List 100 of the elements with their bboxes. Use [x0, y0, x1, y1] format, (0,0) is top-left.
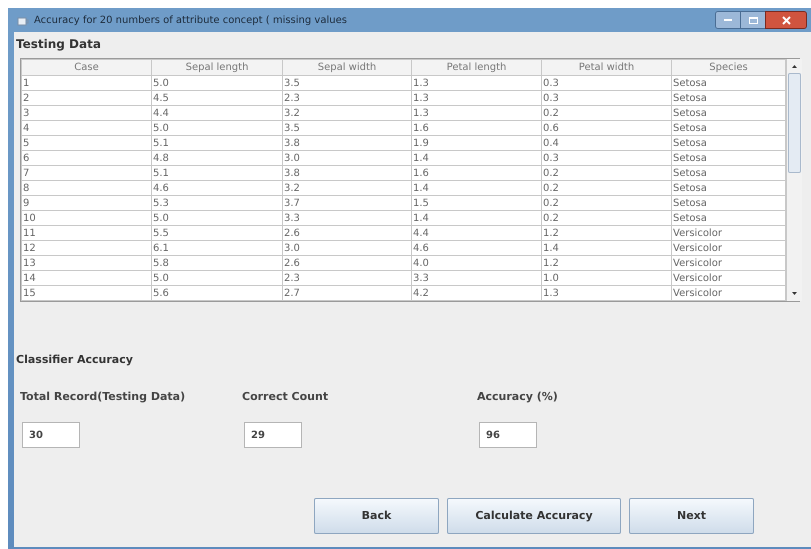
table-cell: 2.6: [282, 256, 412, 270]
table-cell: 2.7: [282, 286, 412, 300]
table-cell: 3.5: [282, 120, 412, 136]
table-cell: 4.8: [152, 150, 282, 166]
column-header[interactable]: Sepal width: [282, 60, 412, 76]
table-cell: 1.4: [542, 240, 672, 256]
field-label: Total Record(Testing Data): [20, 388, 186, 404]
table-cell: 3.2: [282, 106, 412, 120]
input-field[interactable]: 29: [244, 422, 302, 448]
action-button[interactable]: Back: [314, 498, 439, 534]
table-cell: 14: [22, 270, 152, 286]
table-cell: 1.4: [412, 150, 542, 166]
table-cell: 3.3: [412, 270, 542, 286]
table-cell: 5: [22, 136, 152, 150]
input-field[interactable]: 96: [479, 422, 537, 448]
table-cell: 3.0: [282, 240, 412, 256]
table-cell: 1.0: [542, 270, 672, 286]
table-cell: 0.2: [542, 196, 672, 210]
table-cell: 1.6: [412, 120, 542, 136]
table-cell: 0.4: [542, 136, 672, 150]
table-cell: 3.8: [282, 166, 412, 180]
table-cell: 1.4: [412, 210, 542, 226]
table-cell: 11: [22, 226, 152, 240]
table-cell: 3.5: [282, 76, 412, 90]
minimize-button[interactable]: [715, 11, 741, 29]
table-cell: 5.0: [152, 270, 282, 286]
table-cell: 5.3: [152, 196, 282, 210]
column-header[interactable]: Case: [22, 60, 152, 76]
table-cell: Versicolor: [672, 286, 786, 300]
vertical-scrollbar[interactable]: [786, 59, 802, 301]
table-cell: 1.2: [542, 226, 672, 240]
table-cell: Setosa: [672, 106, 786, 120]
table-cell: 3.3: [282, 210, 412, 226]
table-cell: 12: [22, 240, 152, 256]
column-header[interactable]: Petal width: [542, 60, 672, 76]
table-cell: 1.6: [412, 166, 542, 180]
table-cell: 2.3: [282, 90, 412, 106]
table-cell: Versicolor: [672, 270, 786, 286]
table-cell: 6: [22, 150, 152, 166]
table-cell: 4.0: [412, 256, 542, 270]
table-cell: 5.5: [152, 226, 282, 240]
table-cell: 5.1: [152, 136, 282, 150]
table-cell: 0.2: [542, 166, 672, 180]
table-cell: Setosa: [672, 210, 786, 226]
table-cell: 4: [22, 120, 152, 136]
table-cell: 0.3: [542, 150, 672, 166]
table-cell: 5.0: [152, 210, 282, 226]
action-button[interactable]: Next: [629, 498, 754, 534]
table-cell: 1.5: [412, 196, 542, 210]
table-cell: 3.0: [282, 150, 412, 166]
close-icon: [782, 16, 790, 24]
table-cell: 2.3: [282, 270, 412, 286]
table-cell: Setosa: [672, 76, 786, 90]
table-cell: 4.6: [412, 240, 542, 256]
section-title: Testing Data: [15, 36, 102, 53]
table-cell: Versicolor: [672, 256, 786, 270]
table-cell: 4.6: [152, 180, 282, 196]
action-button[interactable]: Calculate Accuracy: [447, 498, 621, 534]
section-title: Classifier Accuracy: [15, 352, 134, 368]
scrollbar-thumb[interactable]: [788, 73, 801, 173]
table-cell: 3.8: [282, 136, 412, 150]
table-cell: 0.2: [542, 106, 672, 120]
input-field[interactable]: 30: [22, 422, 80, 448]
close-button[interactable]: [765, 11, 807, 29]
column-header[interactable]: Sepal length: [152, 60, 282, 76]
table-cell: Setosa: [672, 150, 786, 166]
table-cell: 7: [22, 166, 152, 180]
maximize-button[interactable]: [741, 11, 765, 29]
table-cell: 0.2: [542, 180, 672, 196]
table-cell: 4.4: [152, 106, 282, 120]
table-cell: Setosa: [672, 136, 786, 150]
table-cell: Versicolor: [672, 226, 786, 240]
table-cell: 5.1: [152, 166, 282, 180]
field-label: Accuracy (%): [477, 388, 559, 404]
table-cell: 5.0: [152, 76, 282, 90]
table-cell: 1.3: [542, 286, 672, 300]
table-cell: 2: [22, 90, 152, 106]
table-cell: 0.3: [542, 90, 672, 106]
table-cell: 5.0: [152, 120, 282, 136]
table-cell: 1.3: [412, 76, 542, 90]
table-cell: 13: [22, 256, 152, 270]
field-label: Correct Count: [242, 388, 330, 404]
table-cell: Versicolor: [672, 240, 786, 256]
column-header[interactable]: Petal length: [412, 60, 542, 76]
table-cell: 2.6: [282, 226, 412, 240]
table-cell: 3.2: [282, 180, 412, 196]
table-cell: 8: [22, 180, 152, 196]
table-cell: 10: [22, 210, 152, 226]
table-cell: 9: [22, 196, 152, 210]
table-cell: 1.3: [412, 90, 542, 106]
table-cell: 4.2: [412, 286, 542, 300]
table-cell: Setosa: [672, 166, 786, 180]
table-cell: 3.7: [282, 196, 412, 210]
table-cell: 1.3: [412, 106, 542, 120]
column-header[interactable]: Species: [672, 60, 786, 76]
window-title: Accuracy for 20 numbers of attribute concept ( missing values: [34, 14, 347, 28]
table-cell: Setosa: [672, 120, 786, 136]
table-cell: Setosa: [672, 180, 786, 196]
table-cell: 1.2: [542, 256, 672, 270]
table-cell: 0.3: [542, 76, 672, 90]
